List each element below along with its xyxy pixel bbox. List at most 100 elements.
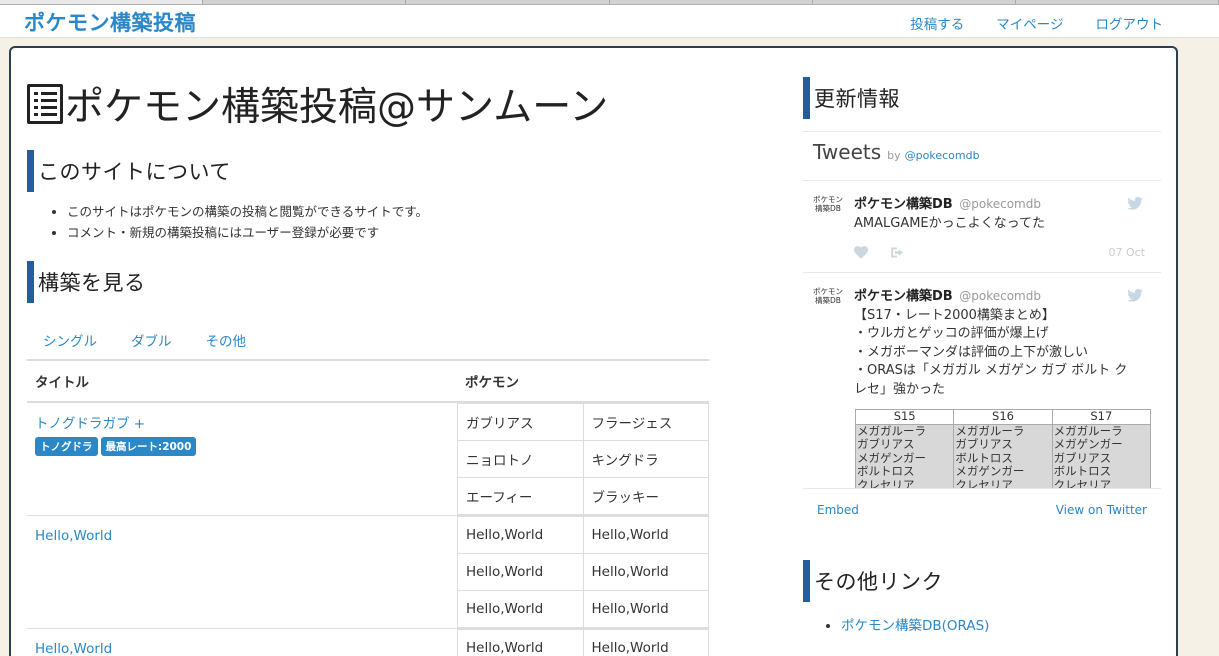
image-table-cell: クレセリア: [953, 478, 1053, 488]
page-title: ポケモン構築投稿@サンムーン: [27, 78, 717, 130]
external-link[interactable]: ポケモン構築DB(ORAS): [841, 618, 989, 634]
image-table-cell: クレセリア: [854, 478, 955, 488]
tweet-author-handle[interactable]: @pokecomdb: [959, 289, 1041, 303]
tweet-date[interactable]: 07 Oct: [1108, 246, 1145, 259]
pokemon-cell: Hello,World: [457, 590, 584, 628]
browse-heading-text: 構築を見る: [38, 271, 146, 295]
top-navbar: ポケモン構築投稿 投稿する マイページ ログアウト: [0, 5, 1219, 38]
main-column: ポケモン構築投稿@サンムーン このサイトについて このサイトはポケモンの構築の投…: [27, 48, 717, 656]
timeline-header: Tweets by @pokecomdb: [803, 132, 1161, 180]
pokemon-cell: Hello,World: [582, 629, 709, 656]
pokemon-cell: Hello,World: [582, 553, 709, 591]
tweet-line: ・ウルガとゲッコの評価が爆上げ: [854, 326, 1049, 341]
updates-heading-text: 更新情報: [814, 87, 900, 111]
about-item: このサイトはポケモンの構築の投稿と閲覧ができるサイトです。: [67, 201, 717, 222]
tweet-line: ・ORASは「メガガル メガゲン ガブ ボルト ク: [854, 363, 1128, 378]
nav-post-link[interactable]: 投稿する: [910, 13, 964, 33]
avatar[interactable]: ポケモン構築DB: [813, 287, 843, 305]
about-heading-text: このサイトについて: [38, 160, 231, 184]
pokemon-cell: Hello,World: [582, 516, 709, 554]
image-table-cell: メガゲンガー: [1051, 437, 1152, 452]
build-title-link[interactable]: Hello,World: [35, 528, 112, 544]
pokemon-cell: キングドラ: [582, 440, 709, 478]
about-item: コメント・新規の構築投稿にはユーザー登録が必要です: [67, 222, 717, 243]
pokemon-cell: Hello,World: [582, 590, 709, 628]
nav-links: 投稿する マイページ ログアウト: [910, 13, 1163, 33]
image-table-cell: メガガルーラ: [854, 424, 955, 438]
twitter-bird-icon[interactable]: [1127, 288, 1143, 302]
pokemon-cell: ブラッキー: [582, 477, 709, 515]
image-table-cell: ボルトロス: [1051, 464, 1152, 479]
tweet-line: レセ」強かった: [854, 381, 946, 397]
pokemon-cell: エーフィー: [457, 477, 584, 515]
pokemon-cell: フラージェス: [582, 403, 709, 441]
image-table-header: S15: [854, 409, 955, 425]
image-table-cell: ボルトロス: [854, 464, 955, 479]
tweet-author-name[interactable]: ポケモン構築DB: [854, 197, 953, 212]
tweet-author-handle[interactable]: @pokecomdb: [959, 197, 1041, 211]
image-table-cell: メガガルーラ: [1051, 424, 1152, 438]
tag-badge[interactable]: 最高レート:2000: [100, 437, 197, 456]
heading-accent-bar: [27, 261, 34, 303]
about-heading: このサイトについて: [27, 150, 717, 192]
tweet-line: 【S17・レート2000構築まとめ】: [854, 307, 1055, 323]
pokemon-cell: Hello,World: [457, 553, 584, 591]
tab-double[interactable]: ダブル: [131, 330, 172, 350]
tab-single[interactable]: シングル: [43, 330, 97, 350]
tweet-actions: 07 Oct: [854, 234, 1151, 272]
updates-heading: 更新情報: [803, 77, 1165, 119]
content-panel: ポケモン構築投稿@サンムーン このサイトについて このサイトはポケモンの構築の投…: [9, 46, 1178, 656]
tag-badge[interactable]: トノグドラ: [35, 437, 98, 456]
image-table-cell: ガブリアス: [854, 437, 955, 452]
tweet-author-name[interactable]: ポケモン構築DB: [854, 289, 953, 304]
pokemon-grid: Hello,World Hello,World: [457, 629, 709, 656]
nav-mypage-link[interactable]: マイページ: [996, 13, 1063, 33]
tweet-text: 【S17・レート2000構築まとめ】 ・ウルガとゲッコの評価が爆上げ ・メガボー…: [854, 307, 1151, 400]
about-list: このサイトはポケモンの構築の投稿と閲覧ができるサイトです。 コメント・新規の構築…: [67, 201, 717, 243]
twitter-bird-icon[interactable]: [1127, 197, 1143, 210]
timeline-footer: Embed View on Twitter: [803, 487, 1161, 532]
embed-link[interactable]: Embed: [817, 503, 859, 517]
timeline-by: by: [887, 149, 901, 162]
image-table-cell: メガゲンガー: [854, 451, 955, 465]
other-links-heading: その他リンク: [803, 559, 1165, 602]
page-title-text: ポケモン構築投稿@サンムーン: [65, 85, 609, 130]
image-table-header: S16: [953, 409, 1053, 425]
share-icon[interactable]: [890, 246, 905, 259]
other-links-heading-text: その他リンク: [814, 569, 943, 594]
pokemon-grid: Hello,World Hello,World Hello,World Hello,…: [457, 516, 709, 628]
tab-other[interactable]: その他: [206, 330, 247, 350]
column-header-title: タイトル: [27, 360, 457, 403]
builds-table: タイトル ポケモン トノグドラガブ + トノグドラ 最高レート:2000 ガブリ…: [27, 359, 709, 656]
tweet-text: AMALGAMEかっこよくなってた: [854, 216, 1045, 231]
like-heart-icon[interactable]: [854, 246, 868, 259]
timeline-handle-link[interactable]: @pokecomdb: [905, 149, 980, 162]
column-header-pokemon: ポケモン: [457, 360, 709, 403]
avatar[interactable]: ポケモン構築DB: [813, 195, 843, 213]
twitter-timeline: Tweets by @pokecomdb ポケモン構築DB ポケモン構築DB @…: [803, 131, 1161, 532]
pokemon-cell: ニョロトノ: [457, 440, 584, 478]
sidebar: 更新情報 Tweets by @pokecomdb ポケモン構築DB ポケモン構…: [803, 48, 1165, 634]
tweet-line: ・メガボーマンダは評価の上下が激しい: [854, 344, 1089, 360]
nav-logout-link[interactable]: ログアウト: [1096, 13, 1164, 33]
build-title-link[interactable]: Hello,World: [35, 641, 112, 656]
pokemon-cell: ガブリアス: [457, 403, 584, 441]
view-on-twitter-link[interactable]: View on Twitter: [1056, 503, 1147, 517]
image-table-cell: ガブリアス: [953, 437, 1053, 452]
image-table-header: S17: [1051, 409, 1152, 425]
category-tabs: シングル ダブル その他: [27, 321, 717, 359]
site-brand-link[interactable]: ポケモン構築投稿: [24, 7, 196, 37]
list-item: ポケモン構築DB(ORAS): [841, 614, 1165, 634]
pokemon-cell: Hello,World: [457, 629, 584, 656]
tweet-image-table[interactable]: S15 S16 S17 メガガルーラ メガガルーラ メガガルーラ ガブリアス ガブリア…: [854, 409, 1152, 488]
table-row: Hello,World Hello,World Hello,World: [27, 628, 709, 656]
table-row: Hello,World Hello,World Hello,World Hello…: [27, 515, 709, 629]
tweet: ポケモン構築DB ポケモン構築DB @pokecomdb AMALGAMEかっこ…: [803, 180, 1161, 272]
heading-accent-bar: [803, 559, 810, 602]
image-table-cell: クレセリア: [1051, 478, 1152, 488]
image-table-cell: ガブリアス: [1051, 451, 1152, 465]
heading-accent-bar: [27, 150, 34, 192]
image-table-cell: ボルトロス: [953, 451, 1053, 465]
build-title-link[interactable]: トノグドラガブ +: [35, 416, 145, 432]
heading-accent-bar: [803, 77, 810, 119]
